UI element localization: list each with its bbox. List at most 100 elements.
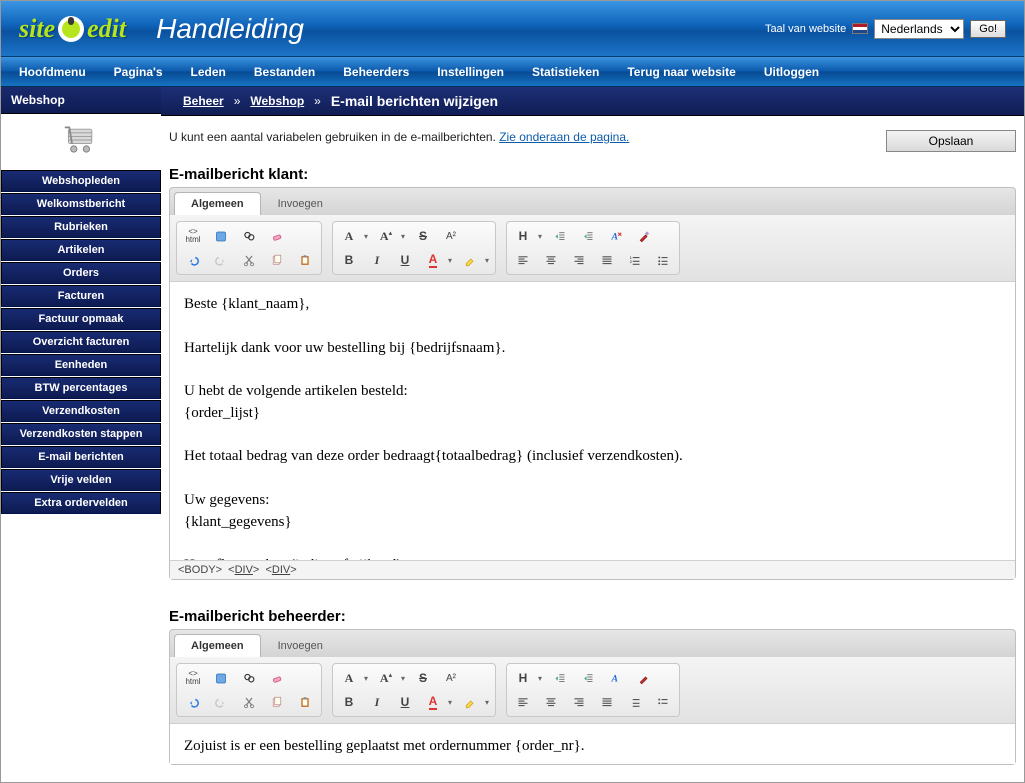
tb-container-button[interactable] <box>208 225 234 247</box>
nav-terug[interactable]: Terug naar website <box>627 65 735 79</box>
sidebar-item-rubrieken[interactable]: Rubrieken <box>1 216 161 238</box>
tb2-fontcolor-button[interactable]: A <box>420 691 446 713</box>
tab-algemeen-1[interactable]: Algemeen <box>174 192 261 215</box>
tb2-highlight-button[interactable] <box>457 691 483 713</box>
chevron-down-icon[interactable]: ▾ <box>361 225 371 247</box>
tb-redo-button[interactable] <box>208 249 234 271</box>
nav-uitloggen[interactable]: Uitloggen <box>764 65 819 79</box>
tb-superscript-button[interactable]: A² <box>438 225 464 247</box>
tb2-cut-button[interactable] <box>236 691 262 713</box>
chevron-down-icon[interactable]: ▾ <box>445 691 455 713</box>
tb-copy-button[interactable] <box>264 249 290 271</box>
sidebar-item-vrije-velden[interactable]: Vrije velden <box>1 469 161 491</box>
editor1-textarea[interactable]: Beste {klant_naam}, Hartelijk dank voor … <box>170 282 1015 560</box>
sidebar-item-factuur-opmaak[interactable]: Factuur opmaak <box>1 308 161 330</box>
tb-html-button[interactable]: <>html <box>180 225 206 247</box>
tb2-eraser-button[interactable] <box>264 667 290 689</box>
tb-strike-button[interactable]: S <box>410 225 436 247</box>
crumb-beheer[interactable]: Beheer <box>183 94 224 108</box>
sidebar-item-extra-ordervelden[interactable]: Extra ordervelden <box>1 492 161 514</box>
chevron-down-icon[interactable]: ▾ <box>445 249 455 271</box>
tb2-alignjustify-button[interactable] <box>594 691 620 713</box>
chevron-down-icon[interactable]: ▾ <box>535 667 545 689</box>
tab-invoegen-2[interactable]: Invoegen <box>261 634 340 657</box>
tb2-italic-button[interactable]: I <box>364 691 390 713</box>
sidebar-item-overzicht-facturen[interactable]: Overzicht facturen <box>1 331 161 353</box>
sidebar-item-orders[interactable]: Orders <box>1 262 161 284</box>
tb2-font-button[interactable]: A <box>336 667 362 689</box>
tb2-removeformat-button[interactable]: A <box>603 667 629 689</box>
chevron-down-icon[interactable]: ▾ <box>482 249 492 271</box>
tb-formatbrush-button[interactable] <box>631 225 657 247</box>
nav-instellingen[interactable]: Instellingen <box>437 65 504 79</box>
sidebar-item-verzendkosten-stappen[interactable]: Verzendkosten stappen <box>1 423 161 445</box>
tb-font-button[interactable]: A <box>336 225 362 247</box>
tb-indent-button[interactable] <box>575 225 601 247</box>
tb2-indent-button[interactable] <box>575 667 601 689</box>
tb2-container-button[interactable] <box>208 667 234 689</box>
tb-outdent-button[interactable] <box>547 225 573 247</box>
tb-aligncenter-button[interactable] <box>538 249 564 271</box>
go-button[interactable]: Go! <box>970 20 1006 38</box>
sidebar-item-btw-percentages[interactable]: BTW percentages <box>1 377 161 399</box>
tb2-find-button[interactable] <box>236 667 262 689</box>
chevron-down-icon[interactable]: ▾ <box>361 667 371 689</box>
nav-hoofdmenu[interactable]: Hoofdmenu <box>19 65 86 79</box>
tb2-underline-button[interactable]: U <box>392 691 418 713</box>
tb2-html-button[interactable]: <>html <box>180 667 206 689</box>
tb-cut-button[interactable] <box>236 249 262 271</box>
nav-beheerders[interactable]: Beheerders <box>343 65 409 79</box>
editor2-textarea[interactable]: Zojuist is er een bestelling geplaatst m… <box>170 724 1015 764</box>
tb2-alignleft-button[interactable] <box>510 691 536 713</box>
crumb-webshop[interactable]: Webshop <box>250 94 304 108</box>
tb-paste-button[interactable] <box>292 249 318 271</box>
tb-italic-button[interactable]: I <box>364 249 390 271</box>
tb-underline-button[interactable]: U <box>392 249 418 271</box>
language-select[interactable]: Nederlands <box>874 19 964 39</box>
nav-paginas[interactable]: Pagina's <box>114 65 163 79</box>
chevron-down-icon[interactable]: ▾ <box>398 667 408 689</box>
path-div1[interactable]: DIV <box>235 564 253 576</box>
nav-leden[interactable]: Leden <box>191 65 226 79</box>
intro-link[interactable]: Zie onderaan de pagina. <box>499 130 629 144</box>
tb2-redo-button[interactable] <box>208 691 234 713</box>
chevron-down-icon[interactable]: ▾ <box>535 225 545 247</box>
tb-heading-button[interactable]: H <box>510 225 536 247</box>
tb2-alignright-button[interactable] <box>566 691 592 713</box>
sidebar-item-webshopleden[interactable]: Webshopleden <box>1 170 161 192</box>
tb2-superscript-button[interactable]: A² <box>438 667 464 689</box>
tb-bold-button[interactable]: B <box>336 249 362 271</box>
tb2-bold-button[interactable]: B <box>336 691 362 713</box>
sidebar-item-welkomstbericht[interactable]: Welkomstbericht <box>1 193 161 215</box>
tb-undo-button[interactable] <box>180 249 206 271</box>
path-div2[interactable]: DIV <box>272 564 290 576</box>
nav-statistieken[interactable]: Statistieken <box>532 65 599 79</box>
sidebar-item-facturen[interactable]: Facturen <box>1 285 161 307</box>
tb-eraser-button[interactable] <box>264 225 290 247</box>
tb-bulletlist-button[interactable] <box>650 249 676 271</box>
save-button[interactable]: Opslaan <box>886 130 1016 152</box>
sidebar-item-artikelen[interactable]: Artikelen <box>1 239 161 261</box>
tb-orderedlist-button[interactable]: 12 <box>622 249 648 271</box>
tb2-strike-button[interactable]: S <box>410 667 436 689</box>
tb2-formatbrush-button[interactable] <box>631 667 657 689</box>
tb2-aligncenter-button[interactable] <box>538 691 564 713</box>
chevron-down-icon[interactable]: ▾ <box>398 225 408 247</box>
tb-find-button[interactable] <box>236 225 262 247</box>
tb-alignleft-button[interactable] <box>510 249 536 271</box>
tb-highlight-button[interactable] <box>457 249 483 271</box>
nav-bestanden[interactable]: Bestanden <box>254 65 315 79</box>
tb-fontcolor-button[interactable]: A <box>420 249 446 271</box>
tb-fontsize-button[interactable]: A▴ <box>373 225 399 247</box>
tb2-copy-button[interactable] <box>264 691 290 713</box>
tb2-paste-button[interactable] <box>292 691 318 713</box>
tb2-orderedlist-button[interactable] <box>622 691 648 713</box>
tb-alignjustify-button[interactable] <box>594 249 620 271</box>
tb2-outdent-button[interactable] <box>547 667 573 689</box>
sidebar-item-eenheden[interactable]: Eenheden <box>1 354 161 376</box>
sidebar-item-email-berichten[interactable]: E-mail berichten <box>1 446 161 468</box>
tb2-undo-button[interactable] <box>180 691 206 713</box>
tb2-bulletlist-button[interactable] <box>650 691 676 713</box>
chevron-down-icon[interactable]: ▾ <box>482 691 492 713</box>
tb-alignright-button[interactable] <box>566 249 592 271</box>
